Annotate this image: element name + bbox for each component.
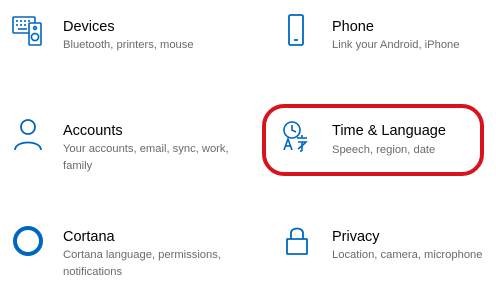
lock-icon: [284, 224, 320, 260]
time-language-icon: [280, 118, 316, 154]
tile-description: Location, camera, microphone: [332, 249, 483, 261]
settings-tile-accounts[interactable]: Accounts Your accounts, email, sync, wor…: [12, 118, 242, 180]
tile-title: Time & Language: [332, 123, 446, 139]
settings-tile-cortana[interactable]: Cortana Cortana language, permissions, n…: [12, 224, 242, 286]
tile-description: Bluetooth, printers, mouse: [63, 39, 194, 51]
tile-description: Cortana language, permissions, notificat…: [63, 249, 221, 278]
tile-title: Privacy: [332, 229, 380, 245]
tile-description: Your accounts, email, sync, work, family: [63, 143, 229, 172]
settings-tile-privacy[interactable]: Privacy Location, camera, microphone: [284, 224, 494, 274]
settings-tile-devices[interactable]: Devices Bluetooth, printers, mouse: [12, 14, 242, 64]
phone-icon: [284, 14, 320, 50]
keyboard-speaker-icon: [12, 14, 48, 50]
tile-title: Devices: [63, 19, 115, 35]
settings-tile-phone[interactable]: Phone Link your Android, iPhone: [284, 14, 494, 64]
settings-tile-time-language[interactable]: Time & Language Speech, region, date: [280, 118, 490, 168]
person-icon: [12, 118, 48, 154]
cortana-ring-icon: [12, 224, 48, 260]
tile-title: Phone: [332, 19, 374, 35]
tile-description: Link your Android, iPhone: [332, 39, 460, 51]
tile-title: Accounts: [63, 123, 123, 139]
tile-title: Cortana: [63, 229, 115, 245]
tile-description: Speech, region, date: [332, 144, 436, 156]
